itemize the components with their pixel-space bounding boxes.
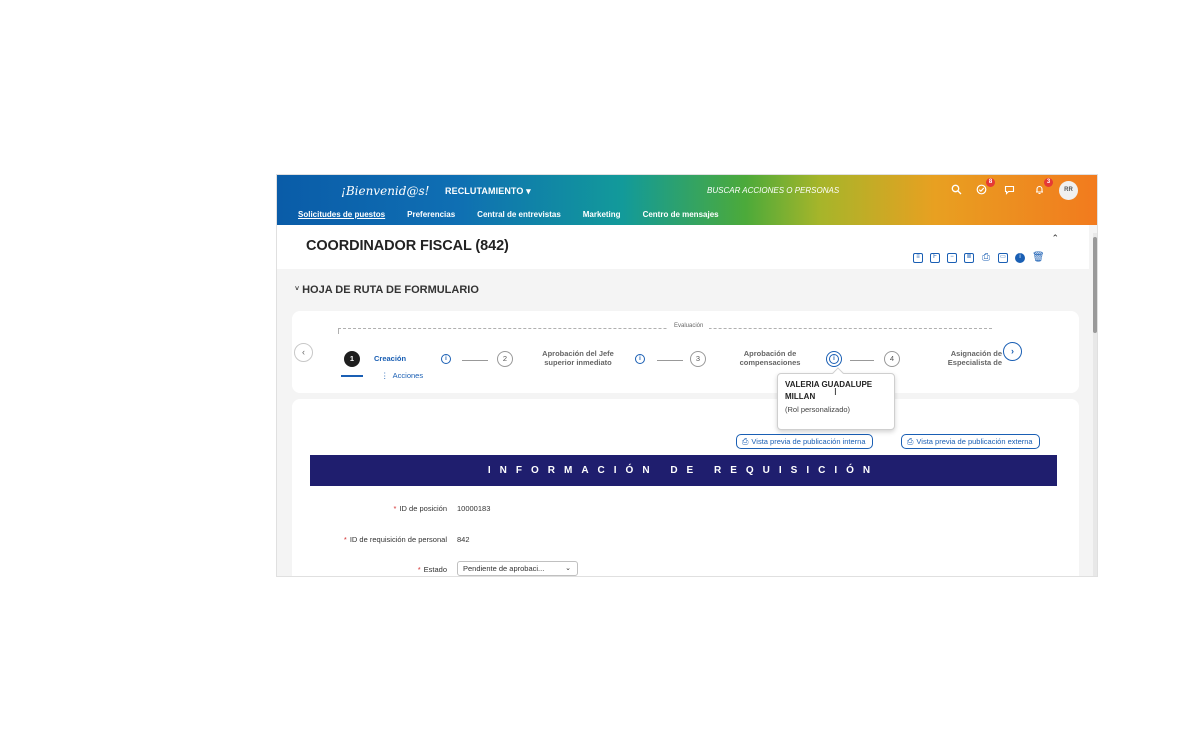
step-4-number[interactable]: 4 [884, 351, 900, 367]
status-select[interactable]: Pendiente de aprobaci... ⌄ [457, 561, 578, 576]
notifications-badge: 3 [1044, 178, 1053, 187]
toolbar: ≡ F − ≣ ⎙ ▭ i 🗑 [913, 253, 1045, 263]
section-title: HOJA DE RUTA DE FORMULARIO [302, 284, 479, 296]
info-icon[interactable]: i [1015, 253, 1025, 263]
search-icon[interactable] [951, 184, 962, 198]
tooltip-approver-role: (Rol personalizado) [785, 405, 851, 414]
step-1-label[interactable]: Creación [374, 354, 406, 363]
step-1-number[interactable]: 1 [344, 351, 360, 367]
scrollbar-thumb[interactable] [1093, 237, 1097, 333]
step-4-label[interactable]: Asignación de Especialista de [922, 349, 1002, 367]
preview-external-button[interactable]: ⎙ Vista previa de publicación externa [901, 434, 1040, 449]
position-id-label: * ID de posición [393, 504, 447, 513]
route-map: Evaluación ‹ 1 Creación i ⋮ Acciones 2 A… [292, 311, 1079, 393]
step-3-number[interactable]: 3 [690, 351, 706, 367]
connector-2 [657, 360, 683, 361]
status-select-value: Pendiente de aprobaci... [463, 564, 545, 573]
requisition-id-value: 842 [457, 535, 470, 544]
minus-box-icon[interactable]: − [947, 253, 957, 263]
chevron-down-icon: ⌄ [565, 565, 571, 572]
status-label: * Estado [417, 565, 447, 574]
active-step-underline [341, 375, 363, 377]
document-icon[interactable]: ≡ [913, 253, 923, 263]
next-arrow-icon[interactable]: › [1003, 342, 1022, 361]
top-header: ¡Bienvenid@s! RECLUTAMIENTO ▾ BUSCAR ACC… [277, 175, 1097, 225]
printer-icon: ⎙ [907, 437, 914, 446]
print-icon[interactable]: ⎙ [981, 253, 991, 263]
save-icon[interactable]: ▭ [998, 253, 1008, 263]
clipboard-icon[interactable]: ≣ [964, 253, 974, 263]
step-3-info-icon[interactable]: i [826, 351, 842, 367]
todo-check-icon[interactable] [976, 184, 987, 198]
prev-arrow-icon[interactable]: ‹ [294, 343, 313, 362]
chat-icon[interactable] [1004, 184, 1015, 198]
logo[interactable]: ¡Bienvenid@s! [341, 184, 429, 198]
collapse-up-icon[interactable]: ⌃ [1051, 233, 1059, 244]
trash-icon[interactable]: 🗑 [1032, 253, 1045, 263]
preview-internal-button[interactable]: ⎙ Vista previa de publicación interna [736, 434, 873, 449]
actions-link[interactable]: ⋮ Acciones [381, 371, 423, 380]
position-id-value: 10000183 [457, 504, 491, 513]
page-title: COORDINADOR FISCAL (842) [306, 238, 509, 254]
connector-3 [850, 360, 874, 361]
bell-icon[interactable] [1034, 184, 1045, 198]
step-2-info-icon[interactable]: i [635, 354, 645, 364]
todo-badge: 8 [986, 178, 995, 187]
evaluation-line [338, 328, 992, 329]
connector-1 [462, 360, 488, 361]
approver-tooltip: VALERIA GUADALUPE MILLAN (Rol personaliz… [777, 367, 895, 430]
form-icon[interactable]: F [930, 253, 940, 263]
evaluation-label: Evaluación [668, 323, 710, 329]
step-2-label[interactable]: Aprobación del Jefe superior inmediato [533, 349, 623, 367]
tab-marketing[interactable]: Marketing [583, 210, 621, 219]
form-card: ⎙ Vista previa de publicación interna ⎙ Vi… [292, 399, 1079, 576]
nav-tabs: Solicitudes de puestos Preferencias Cent… [298, 210, 719, 219]
step-1-info-icon[interactable]: i [441, 354, 451, 364]
search-input[interactable]: BUSCAR ACCIONES O PERSONAS [707, 186, 839, 195]
requisition-banner: INFORMACIÓN DE REQUISICIÓN [310, 455, 1057, 486]
tab-solicitudes-de-puestos[interactable]: Solicitudes de puestos [298, 210, 385, 219]
printer-icon: ⎙ [742, 437, 749, 446]
tab-preferencias[interactable]: Preferencias [407, 210, 455, 219]
tab-centro-de-mensajes[interactable]: Centro de mensajes [643, 210, 719, 219]
requisition-id-label: * ID de requisición de personal [343, 535, 447, 544]
chevron-down-icon: ˅ [295, 286, 300, 293]
module-menu[interactable]: RECLUTAMIENTO ▾ [445, 186, 531, 197]
tab-central-de-entrevistas[interactable]: Central de entrevistas [477, 210, 561, 219]
step-3-label[interactable]: Aprobación de compensaciones [725, 349, 815, 367]
app-window: ¡Bienvenid@s! RECLUTAMIENTO ▾ BUSCAR ACC… [276, 174, 1098, 577]
text-cursor-icon: I [834, 387, 837, 398]
avatar[interactable]: RR [1059, 181, 1078, 200]
evaluation-tick [338, 328, 339, 334]
step-2-number[interactable]: 2 [497, 351, 513, 367]
section-header[interactable]: ˅ HOJA DE RUTA DE FORMULARIO [295, 284, 479, 296]
